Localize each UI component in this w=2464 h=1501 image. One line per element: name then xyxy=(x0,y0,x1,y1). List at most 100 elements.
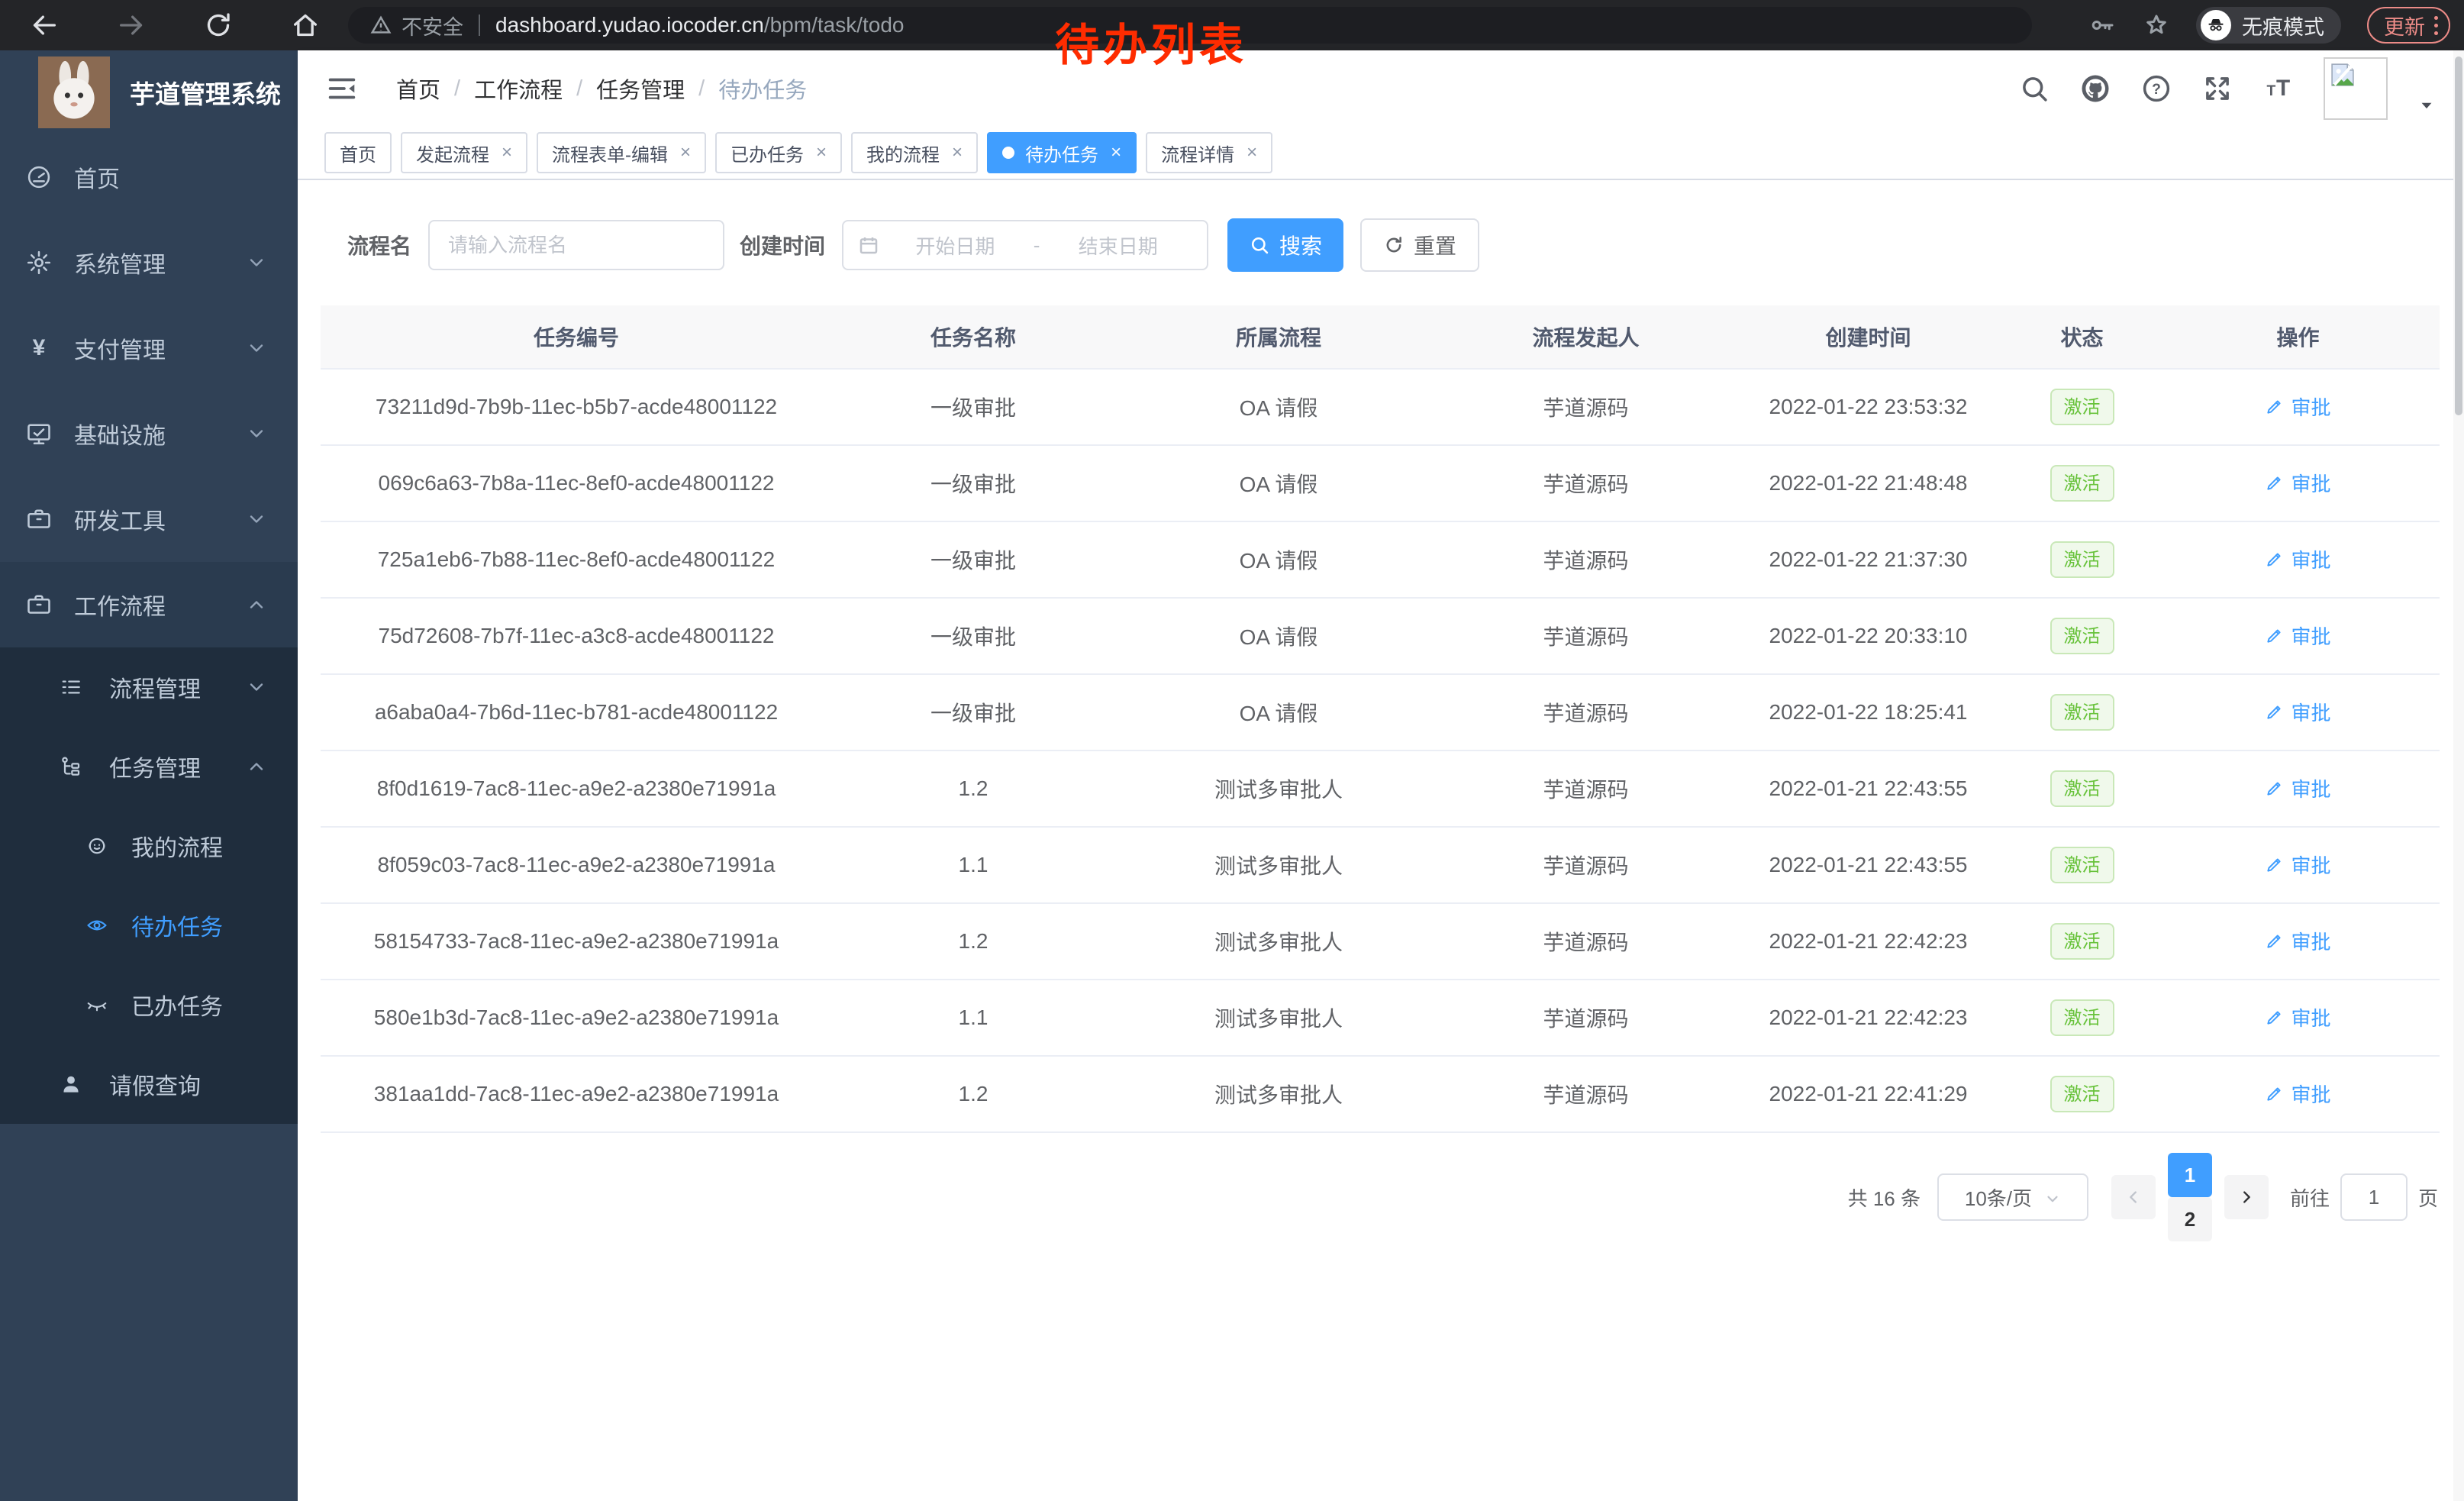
tab-发起流程[interactable]: 发起流程× xyxy=(401,132,527,173)
approve-link[interactable]: 审批 xyxy=(2265,392,2330,421)
approve-link[interactable]: 审批 xyxy=(2265,1080,2330,1108)
breadcrumb-item-首页[interactable]: 首页 xyxy=(396,73,440,105)
approve-link[interactable]: 审批 xyxy=(2265,698,2330,726)
cell-name: 一级审批 xyxy=(832,445,1114,521)
end-date-placeholder: 结束日期 xyxy=(1043,231,1193,260)
approve-link[interactable]: 审批 xyxy=(2265,851,2330,879)
sidebar-item-待办任务[interactable]: 待办任务 xyxy=(0,886,298,965)
cell-created: 2022-01-22 23:53:32 xyxy=(1729,369,2008,445)
font-size-icon[interactable]: TT xyxy=(2262,73,2295,105)
gear-icon xyxy=(25,249,53,276)
sidebar-item-支付管理[interactable]: ¥支付管理 xyxy=(0,305,298,391)
close-icon[interactable]: × xyxy=(680,144,691,162)
goto-page-input[interactable] xyxy=(2340,1173,2408,1221)
back-icon[interactable] xyxy=(29,10,60,40)
cell-process: 测试多审批人 xyxy=(1114,903,1443,980)
tabs-bar: 首页发起流程×流程表单-编辑×已办任务×我的流程×待办任务×流程详情× xyxy=(298,127,2464,180)
approve-link[interactable]: 审批 xyxy=(2265,621,2330,650)
avatar[interactable] xyxy=(2324,57,2388,120)
sidebar-item-请假查询[interactable]: 请假查询 xyxy=(0,1044,298,1124)
chevron-up-icon xyxy=(246,756,267,777)
github-icon[interactable] xyxy=(2079,73,2111,105)
cell-id: 725a1eb6-7b88-11ec-8ef0-acde48001122 xyxy=(321,521,832,598)
reload-icon[interactable] xyxy=(203,10,234,40)
incognito-label: 无痕模式 xyxy=(2242,11,2324,40)
status-badge: 激活 xyxy=(2050,389,2114,425)
home-icon[interactable] xyxy=(290,10,321,40)
approve-link[interactable]: 审批 xyxy=(2265,1003,2330,1031)
sidebar-item-基础设施[interactable]: 基础设施 xyxy=(0,391,298,476)
cell-action: 审批 xyxy=(2156,827,2440,903)
fullscreen-icon[interactable] xyxy=(2201,73,2233,105)
caret-down-icon[interactable] xyxy=(2417,97,2437,114)
cell-process: OA 请假 xyxy=(1114,369,1443,445)
tab-已办任务[interactable]: 已办任务× xyxy=(715,132,842,173)
cell-name: 1.2 xyxy=(832,750,1114,827)
tab-我的流程[interactable]: 我的流程× xyxy=(851,132,978,173)
tab-流程详情[interactable]: 流程详情× xyxy=(1146,132,1272,173)
sidebar-item-流程管理[interactable]: 流程管理 xyxy=(0,647,298,727)
sidebar-item-系统管理[interactable]: 系统管理 xyxy=(0,220,298,305)
kebab-menu-icon[interactable] xyxy=(2434,16,2438,35)
cell-starter: 芋道源码 xyxy=(1443,827,1729,903)
tree-icon xyxy=(59,754,83,779)
close-icon[interactable]: × xyxy=(1247,144,1257,162)
sidebar-item-已办任务[interactable]: 已办任务 xyxy=(0,965,298,1044)
close-icon[interactable]: × xyxy=(952,144,963,162)
app-title: 芋道管理系统 xyxy=(130,74,281,111)
chevron-up-icon xyxy=(246,594,267,615)
app-logo[interactable]: 芋道管理系统 xyxy=(0,50,298,134)
tab-流程表单-编辑[interactable]: 流程表单-编辑× xyxy=(537,132,706,173)
cell-action: 审批 xyxy=(2156,750,2440,827)
page-button-2[interactable]: 2 xyxy=(2168,1197,2212,1241)
scrollbar-thumb[interactable] xyxy=(2455,56,2462,415)
search-button[interactable]: 搜索 xyxy=(1227,218,1343,272)
collapse-sidebar-icon[interactable] xyxy=(324,71,360,106)
next-page-button[interactable] xyxy=(2224,1175,2269,1219)
approve-link[interactable]: 审批 xyxy=(2265,774,2330,802)
sidebar-item-工作流程[interactable]: 工作流程 xyxy=(0,562,298,647)
approve-link[interactable]: 审批 xyxy=(2265,469,2330,497)
breadcrumb-item-工作流程[interactable]: 工作流程 xyxy=(474,73,563,105)
prev-page-button[interactable] xyxy=(2111,1175,2156,1219)
scrollbar-track[interactable] xyxy=(2453,50,2464,1501)
search-icon[interactable] xyxy=(2018,73,2050,105)
sidebar-item-研发工具[interactable]: 研发工具 xyxy=(0,476,298,562)
reset-button[interactable]: 重置 xyxy=(1360,218,1479,272)
sidebar-item-我的流程[interactable]: 我的流程 xyxy=(0,806,298,886)
approve-link[interactable]: 审批 xyxy=(2265,545,2330,573)
cell-status: 激活 xyxy=(2008,445,2156,521)
close-icon[interactable]: × xyxy=(502,144,512,162)
close-icon[interactable]: × xyxy=(1111,144,1121,162)
page-size-select[interactable]: 10条/页 xyxy=(1937,1173,2088,1221)
edit-pen-icon xyxy=(2265,625,2285,645)
help-icon[interactable]: ? xyxy=(2140,73,2172,105)
process-name-input[interactable] xyxy=(428,220,724,270)
breadcrumb-item-任务管理[interactable]: 任务管理 xyxy=(596,73,685,105)
forward-icon[interactable] xyxy=(116,10,147,40)
star-icon[interactable] xyxy=(2143,11,2170,39)
table-row: 58154733-7ac8-11ec-a9e2-a2380e71991a1.2测… xyxy=(321,903,2440,980)
approve-link[interactable]: 审批 xyxy=(2265,927,2330,955)
status-badge: 激活 xyxy=(2050,770,2114,807)
cell-process: OA 请假 xyxy=(1114,674,1443,750)
eye-icon xyxy=(85,914,108,937)
cell-id: 381aa1dd-7ac8-11ec-a9e2-a2380e71991a xyxy=(321,1056,832,1132)
sidebar-item-首页[interactable]: 首页 xyxy=(0,134,298,220)
date-range-picker[interactable]: 开始日期 - 结束日期 xyxy=(842,220,1208,270)
tab-首页[interactable]: 首页 xyxy=(324,132,392,173)
chevron-down-icon xyxy=(246,508,267,530)
table-header-row: 任务编号任务名称所属流程流程发起人创建时间状态操作 xyxy=(321,305,2440,369)
chevron-down-icon xyxy=(246,252,267,273)
key-icon[interactable] xyxy=(2089,11,2117,39)
update-button[interactable]: 更新 xyxy=(2367,7,2450,44)
active-dot xyxy=(1002,147,1014,159)
close-icon[interactable]: × xyxy=(816,144,827,162)
page-button-1[interactable]: 1 xyxy=(2168,1153,2212,1197)
yen-icon: ¥ xyxy=(25,334,53,362)
sidebar-item-任务管理[interactable]: 任务管理 xyxy=(0,727,298,806)
tab-待办任务[interactable]: 待办任务× xyxy=(987,132,1137,173)
cell-id: 580e1b3d-7ac8-11ec-a9e2-a2380e71991a xyxy=(321,980,832,1056)
cell-action: 审批 xyxy=(2156,980,2440,1056)
svg-text:T: T xyxy=(2276,76,2290,101)
